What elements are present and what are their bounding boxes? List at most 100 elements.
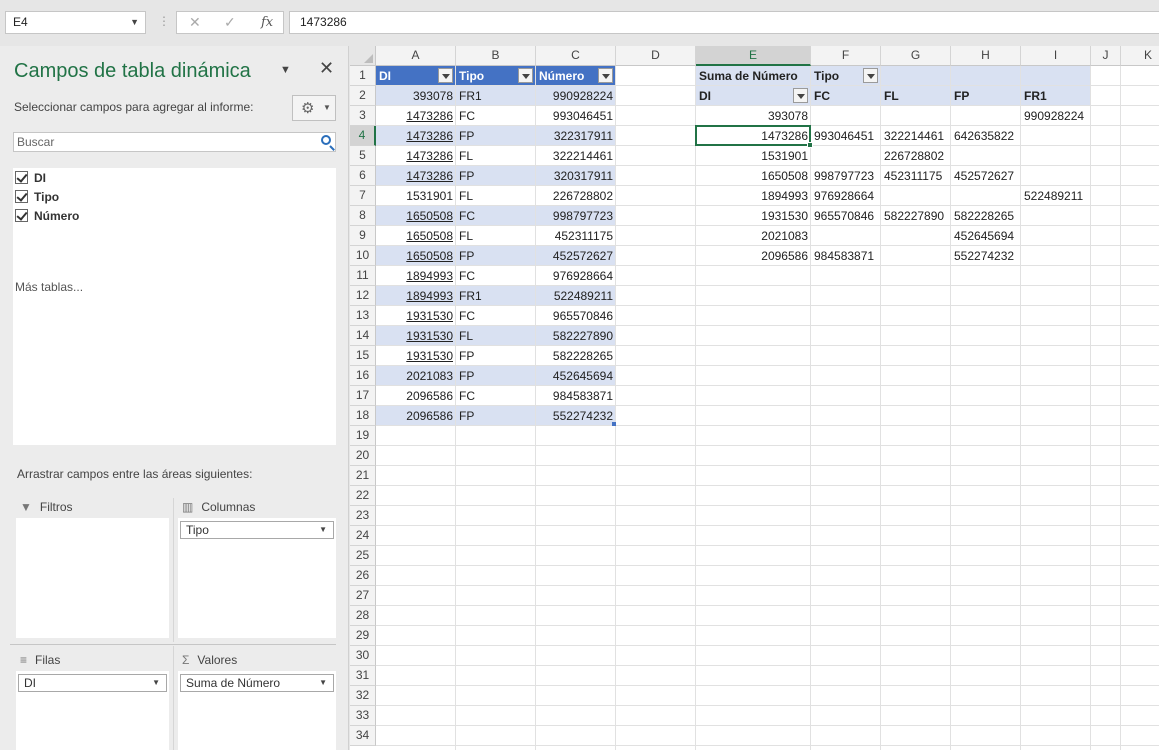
table-cell-numero[interactable]: 965570846 (536, 306, 616, 326)
table-cell-di[interactable]: 2096586 (376, 386, 456, 406)
table-cell-di[interactable]: 1931530 (376, 346, 456, 366)
worksheet-grid[interactable]: A B C D E F G H I J K 1 2 3 4 5 6 7 8 9 10 11 12 13 14 15 16 17 18 19… (350, 46, 1159, 750)
row-header-8[interactable]: 8 (350, 206, 376, 226)
table-cell-tipo[interactable]: FL (456, 326, 536, 346)
table-header-cell[interactable]: Número (536, 66, 598, 86)
row-header-7[interactable]: 7 (350, 186, 376, 206)
table-cell-tipo[interactable]: FR1 (456, 86, 536, 106)
row-header-17[interactable]: 17 (350, 386, 376, 406)
pivot-value-cell[interactable] (881, 226, 951, 246)
table-cell-tipo[interactable]: FP (456, 406, 536, 426)
table-cell-tipo[interactable]: FC (456, 106, 536, 126)
column-header-C[interactable]: C (536, 46, 616, 66)
row-header-30[interactable]: 30 (350, 646, 376, 666)
pivot-value-cell[interactable] (881, 106, 951, 126)
pivot-column-label[interactable]: FL (881, 86, 951, 106)
table-cell-di[interactable]: 2021083 (376, 366, 456, 386)
row-header-4[interactable]: 4 (350, 126, 376, 146)
table-cell-tipo[interactable]: FP (456, 166, 536, 186)
row-header-12[interactable]: 12 (350, 286, 376, 306)
table-cell-tipo[interactable]: FL (456, 146, 536, 166)
tools-button[interactable]: ⚙ ▼ (292, 95, 336, 121)
table-cell-numero[interactable]: 322214461 (536, 146, 616, 166)
pivot-value-cell[interactable]: 452645694 (951, 226, 1021, 246)
table-cell-di[interactable]: 1894993 (376, 286, 456, 306)
row-header-9[interactable]: 9 (350, 226, 376, 246)
row-header-10[interactable]: 10 (350, 246, 376, 266)
table-cell-tipo[interactable]: FC (456, 266, 536, 286)
pivot-columns-header[interactable]: Tipo (811, 66, 863, 86)
row-header-26[interactable]: 26 (350, 566, 376, 586)
table-resize-handle[interactable] (612, 422, 616, 426)
chevron-down-icon[interactable]: ▼ (130, 12, 139, 33)
pivot-values-header[interactable]: Suma de Número (696, 66, 811, 86)
pivot-row-label[interactable]: 1931530 (696, 206, 811, 226)
pivot-value-cell[interactable]: 452311175 (881, 166, 951, 186)
table-cell-tipo[interactable]: FC (456, 206, 536, 226)
table-cell-numero[interactable]: 452572627 (536, 246, 616, 266)
table-cell-numero[interactable]: 320317911 (536, 166, 616, 186)
row-header-33[interactable]: 33 (350, 706, 376, 726)
values-field-chip[interactable]: Suma de Número ▼ (180, 674, 334, 692)
table-cell-numero[interactable]: 582228265 (536, 346, 616, 366)
pivot-value-cell[interactable]: 322214461 (881, 126, 951, 146)
pivot-row-label[interactable]: 2021083 (696, 226, 811, 246)
chevron-down-icon[interactable]: ▼ (319, 522, 327, 538)
pivot-value-cell[interactable]: 552274232 (951, 246, 1021, 266)
row-header-6[interactable]: 6 (350, 166, 376, 186)
table-cell-numero[interactable]: 998797723 (536, 206, 616, 226)
pivot-row-label[interactable]: 393078 (696, 106, 811, 126)
column-header-A[interactable]: A (376, 46, 456, 66)
column-header-G[interactable]: G (881, 46, 951, 66)
chevron-down-icon[interactable]: ▼ (280, 64, 291, 76)
field-tipo[interactable]: Tipo (15, 188, 59, 206)
row-header-20[interactable]: 20 (350, 446, 376, 466)
pivot-row-label[interactable]: 2096586 (696, 246, 811, 266)
table-cell-tipo[interactable]: FL (456, 226, 536, 246)
pivot-rows-header[interactable]: DI (696, 86, 793, 106)
pivot-value-cell[interactable]: 642635822 (951, 126, 1021, 146)
table-cell-di[interactable]: 1931530 (376, 326, 456, 346)
pivot-value-cell[interactable]: 976928664 (811, 186, 881, 206)
table-cell-di[interactable]: 1473286 (376, 146, 456, 166)
table-cell-numero[interactable]: 990928224 (536, 86, 616, 106)
filter-dropdown-icon[interactable] (863, 68, 878, 83)
row-header-25[interactable]: 25 (350, 546, 376, 566)
table-cell-di[interactable]: 1894993 (376, 266, 456, 286)
select-all-corner[interactable] (350, 46, 376, 66)
table-cell-numero[interactable]: 322317911 (536, 126, 616, 146)
table-cell-di[interactable]: 393078 (376, 86, 456, 106)
pivot-value-cell[interactable] (951, 106, 1021, 126)
pivot-row-label[interactable]: 1894993 (696, 186, 811, 206)
table-cell-di[interactable]: 1531901 (376, 186, 456, 206)
pivot-value-cell[interactable] (1021, 246, 1091, 266)
row-header-14[interactable]: 14 (350, 326, 376, 346)
insert-function-icon[interactable]: fx (261, 12, 273, 33)
pivot-value-cell[interactable] (951, 186, 1021, 206)
table-cell-numero[interactable]: 976928664 (536, 266, 616, 286)
table-cell-tipo[interactable]: FP (456, 126, 536, 146)
column-header-J[interactable]: J (1091, 46, 1121, 66)
pivot-row-label[interactable]: 1531901 (696, 146, 811, 166)
pivot-value-cell[interactable]: 998797723 (811, 166, 881, 186)
table-cell-di[interactable]: 1473286 (376, 126, 456, 146)
pivot-value-cell[interactable] (811, 226, 881, 246)
pivot-value-cell[interactable] (951, 146, 1021, 166)
table-cell-numero[interactable]: 582227890 (536, 326, 616, 346)
active-cell[interactable] (695, 125, 813, 148)
column-header-D[interactable]: D (616, 46, 696, 66)
table-cell-numero[interactable]: 993046451 (536, 106, 616, 126)
table-cell-tipo[interactable]: FL (456, 186, 536, 206)
field-numero[interactable]: Número (15, 207, 79, 225)
pivot-value-cell[interactable] (1021, 206, 1091, 226)
table-cell-di[interactable]: 1931530 (376, 306, 456, 326)
name-box[interactable]: E4 ▼ (5, 11, 146, 34)
row-header-1[interactable]: 1 (350, 66, 376, 86)
checkbox-checked-icon[interactable] (15, 190, 28, 203)
pivot-value-cell[interactable] (881, 246, 951, 266)
table-cell-numero[interactable]: 552274232 (536, 406, 616, 426)
close-icon[interactable]: ✕ (319, 58, 334, 79)
pivot-row-label[interactable]: 1650508 (696, 166, 811, 186)
row-header-22[interactable]: 22 (350, 486, 376, 506)
row-header-16[interactable]: 16 (350, 366, 376, 386)
